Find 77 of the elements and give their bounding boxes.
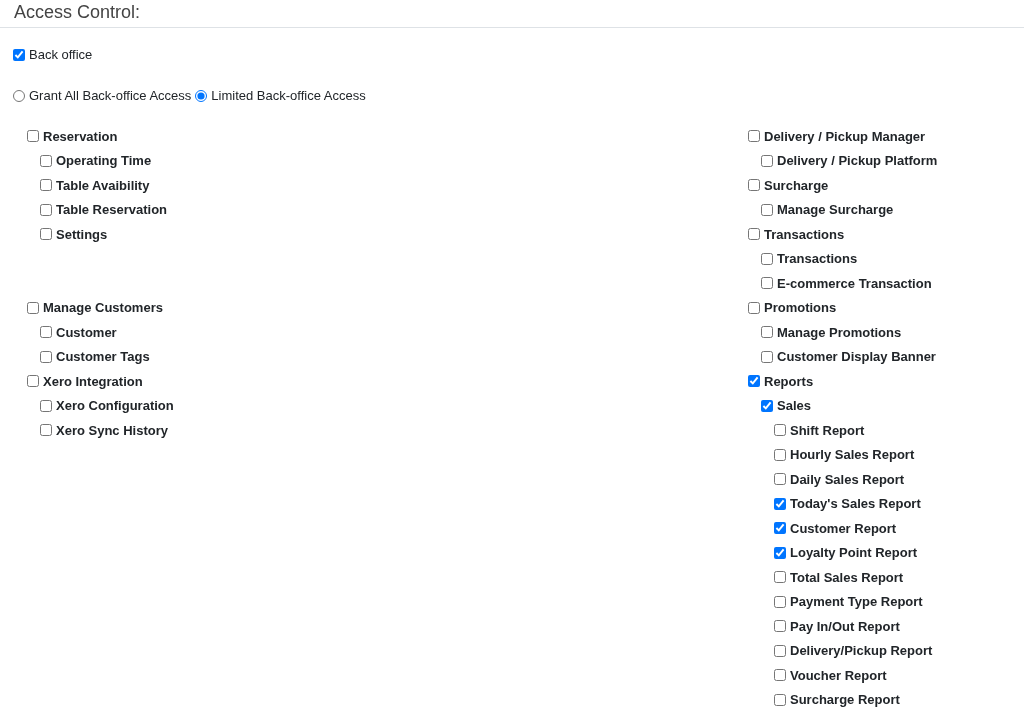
permission-label: Table Avaibility [56, 177, 150, 193]
permission-label: Customer [56, 324, 117, 340]
permission-checkbox[interactable] [40, 350, 52, 363]
permission-label: Reports [764, 373, 814, 389]
permission-checkbox[interactable] [774, 644, 786, 657]
permission-checkbox[interactable] [748, 301, 760, 314]
permission-checkbox[interactable] [40, 424, 52, 437]
checkbox-label: Back office [29, 47, 93, 62]
permission-checkbox[interactable] [774, 571, 786, 584]
permission-label: Pay In/Out Report [790, 618, 900, 634]
permission-label: Total Sales Report [790, 569, 904, 585]
permission-checkbox[interactable] [774, 620, 786, 633]
permission-label: Customer Report [790, 520, 897, 536]
permission-checkbox[interactable] [774, 693, 786, 706]
permission-checkbox[interactable] [40, 203, 52, 216]
permission-label: Transactions [764, 226, 845, 242]
permission-label: Sales [777, 398, 811, 414]
permission-checkbox[interactable] [27, 375, 39, 388]
permission-label: Delivery / Pickup Platform [777, 153, 938, 169]
permission-checkbox[interactable] [774, 522, 786, 535]
permission-checkbox[interactable] [761, 277, 773, 290]
access-radio[interactable] [195, 89, 208, 102]
permission-label: Xero Configuration [56, 398, 174, 414]
permission-label: Surcharge Report [790, 692, 900, 708]
permission-label: Surcharge [764, 177, 829, 193]
permission-checkbox[interactable] [774, 595, 786, 608]
permission-checkbox[interactable] [761, 252, 773, 265]
permission-label: Xero Sync History [56, 422, 168, 438]
permission-checkbox[interactable] [774, 546, 786, 559]
permission-checkbox[interactable] [761, 350, 773, 363]
permission-label: Manage Customers [43, 300, 163, 316]
access-radio[interactable] [13, 89, 25, 102]
permission-label: Hourly Sales Report [790, 447, 915, 463]
permission-label: Loyalty Point Report [790, 545, 918, 561]
radio-label: Grant All Back-office Access [29, 88, 192, 103]
permission-label: Promotions [764, 300, 837, 316]
permission-label: Operating Time [56, 153, 152, 169]
permission-label: Table Reservation [56, 202, 168, 218]
permission-label: Delivery/Pickup Report [790, 643, 933, 659]
permission-checkbox[interactable] [748, 375, 760, 388]
permission-checkbox[interactable] [761, 203, 773, 216]
section-title: Access Control: [14, 2, 141, 22]
permission-label: Transactions [777, 251, 858, 267]
permission-checkbox[interactable] [748, 130, 760, 143]
permission-checkbox[interactable] [774, 669, 786, 682]
permission-checkbox[interactable] [761, 326, 773, 339]
permission-checkbox[interactable] [40, 326, 52, 339]
back-office-checkbox[interactable] [13, 48, 25, 61]
permission-label: Customer Tags [56, 349, 150, 365]
permission-label: Manage Promotions [777, 324, 902, 340]
permission-checkbox[interactable] [40, 228, 52, 241]
permission-checkbox[interactable] [774, 473, 786, 486]
permission-label: Shift Report [790, 422, 865, 438]
permission-label: Xero Integration [43, 373, 143, 389]
permission-label: Voucher Report [790, 667, 887, 683]
permission-checkbox[interactable] [748, 179, 760, 192]
radio-label: Limited Back-office Access [211, 88, 366, 103]
permission-label: Settings [56, 226, 108, 242]
permission-checkbox[interactable] [40, 154, 52, 167]
permission-label: Customer Display Banner [777, 349, 936, 365]
permission-checkbox[interactable] [774, 424, 786, 437]
permission-checkbox[interactable] [774, 448, 786, 461]
permission-checkbox[interactable] [27, 130, 39, 143]
permission-label: Daily Sales Report [790, 471, 905, 487]
permission-label: Payment Type Report [790, 594, 923, 610]
permission-label: E-commerce Transaction [777, 275, 932, 291]
permission-label: Today's Sales Report [790, 496, 921, 512]
permission-checkbox[interactable] [40, 179, 52, 192]
permission-label: Delivery / Pickup Manager [764, 128, 926, 144]
permission-checkbox[interactable] [27, 301, 39, 314]
permission-checkbox[interactable] [40, 399, 52, 412]
permission-checkbox[interactable] [761, 154, 773, 167]
permission-label: Manage Surcharge [777, 202, 894, 218]
permission-checkbox[interactable] [761, 399, 773, 412]
permission-checkbox[interactable] [774, 497, 786, 510]
permission-checkbox[interactable] [748, 228, 760, 241]
permission-label: Reservation [43, 128, 118, 144]
